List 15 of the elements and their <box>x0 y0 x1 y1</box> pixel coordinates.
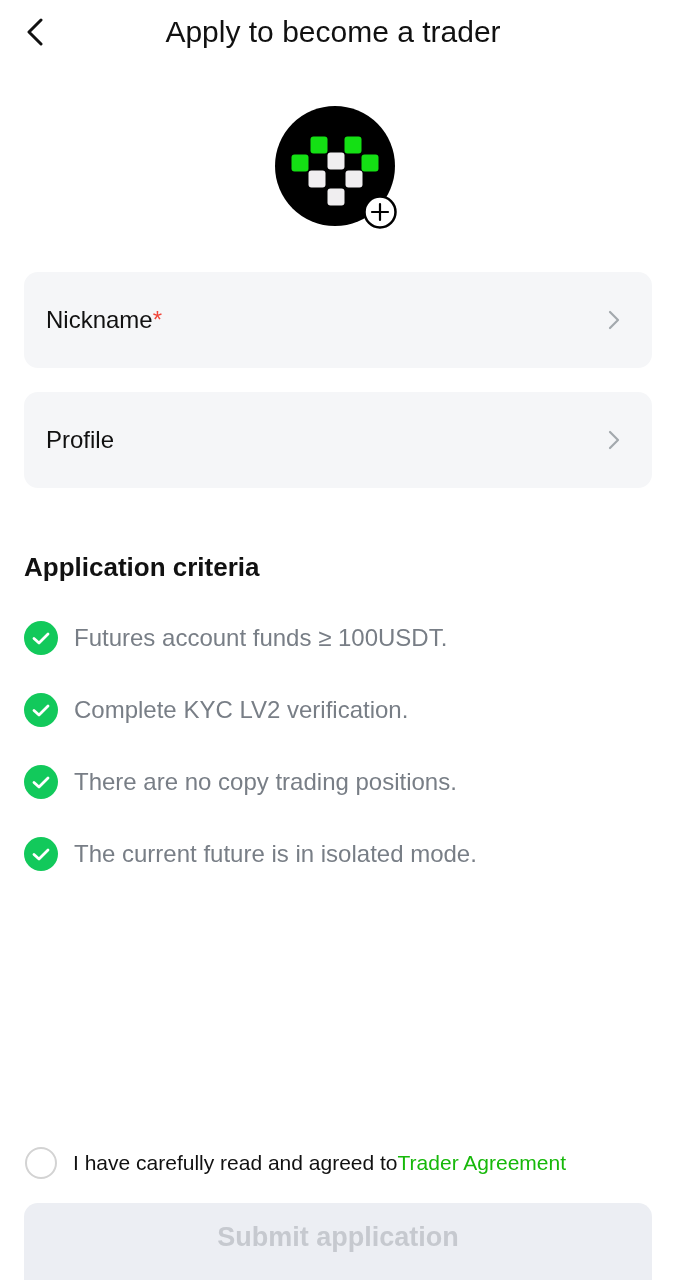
section-heading: Application criteria <box>24 552 261 582</box>
add-photo-icon[interactable] <box>363 195 397 229</box>
form-row[interactable]: Nickname* <box>24 272 652 368</box>
agreement-checkbox[interactable] <box>25 1147 57 1179</box>
chevron-right-icon <box>608 430 620 450</box>
agreement-text: I have carefully read and agreed toTrader Agreement <box>73 1151 567 1175</box>
required-mark: * <box>152 306 163 333</box>
back-icon[interactable] <box>27 18 43 46</box>
page-title: Apply to become a trader <box>164 14 502 50</box>
criteria-text: The current future is in isolated mode. <box>74 840 477 868</box>
chevron-right-icon <box>608 310 620 330</box>
criteria-text: There are no copy trading positions. <box>74 768 457 796</box>
criteria-text: Futures account funds ≥ 100USDT. <box>74 624 448 652</box>
criteria-text: Complete KYC LV2 verification. <box>74 696 409 724</box>
form-row[interactable]: Profile <box>24 392 652 488</box>
